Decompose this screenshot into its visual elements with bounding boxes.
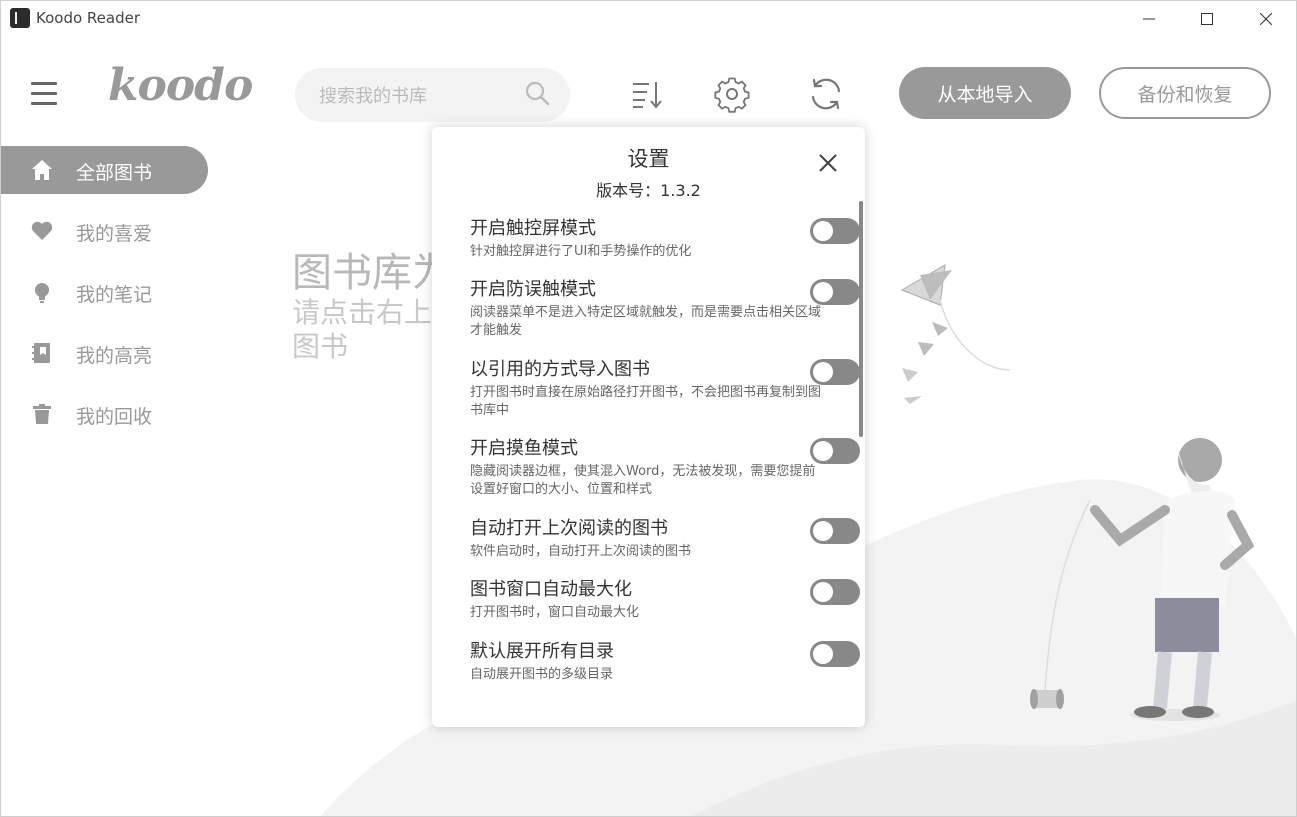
backup-restore-button[interactable]: 备份和恢复 bbox=[1099, 67, 1271, 119]
import-by-reference-toggle[interactable] bbox=[810, 359, 860, 385]
setting-title: 以引用的方式导入图书 bbox=[470, 359, 650, 380]
hamburger-menu-icon[interactable] bbox=[30, 80, 58, 106]
empty-library-subtitle: 请点击右上图书 bbox=[292, 296, 433, 363]
setting-stealth-mode: 开启摸鱼模式 隐藏阅读器边框，使其混入Word，无法被发现，需要您提前设置好窗口… bbox=[470, 438, 860, 499]
close-window-button[interactable] bbox=[1243, 4, 1289, 34]
minimize-icon bbox=[1143, 18, 1155, 20]
setting-title: 图书窗口自动最大化 bbox=[470, 579, 632, 600]
setting-prevent-mistouch: 开启防误触模式 阅读器菜单不是进入特定区域就触发，而是需要点击相关区域才能触发 bbox=[470, 279, 860, 340]
sidebar-item-label: 我的回收 bbox=[76, 406, 153, 428]
setting-description: 打开图书时，窗口自动最大化 bbox=[470, 605, 640, 620]
sidebar-item-trash[interactable]: 我的回收 bbox=[0, 390, 210, 438]
search-input[interactable] bbox=[317, 82, 521, 110]
settings-gear-icon[interactable] bbox=[712, 74, 752, 114]
home-icon bbox=[32, 160, 52, 180]
window-title: Koodo Reader bbox=[36, 9, 140, 27]
sort-icon[interactable] bbox=[627, 74, 667, 114]
search-icon[interactable] bbox=[524, 80, 552, 108]
app-logo-icon bbox=[10, 8, 30, 28]
setting-auto-maximize: 图书窗口自动最大化 打开图书时，窗口自动最大化 bbox=[470, 579, 860, 622]
close-dialog-icon[interactable] bbox=[816, 151, 840, 175]
heart-icon bbox=[31, 221, 53, 240]
trash-icon bbox=[33, 404, 51, 424]
bulb-icon bbox=[35, 283, 49, 303]
dialog-title: 设置 bbox=[627, 147, 670, 171]
open-last-book-toggle[interactable] bbox=[810, 518, 860, 544]
sidebar: 全部图书 我的喜爱 我的笔记 我的高亮 我的回收 bbox=[0, 146, 210, 451]
setting-description: 针对触控屏进行了UI和手势操作的优化 bbox=[470, 244, 692, 259]
minimize-button[interactable] bbox=[1126, 4, 1172, 34]
setting-title: 开启摸鱼模式 bbox=[470, 438, 578, 459]
sidebar-item-notes[interactable]: 我的笔记 bbox=[0, 268, 210, 316]
dialog-scrollbar[interactable] bbox=[859, 201, 863, 437]
setting-title: 默认展开所有目录 bbox=[470, 641, 614, 662]
empty-library-title: 图书库为 bbox=[292, 250, 452, 296]
setting-description: 自动展开图书的多级目录 bbox=[470, 667, 614, 682]
setting-open-last-book: 自动打开上次阅读的图书 软件启动时，自动打开上次阅读的图书 bbox=[470, 518, 860, 561]
koodo-logo: koodo bbox=[108, 60, 253, 111]
setting-title: 开启触控屏模式 bbox=[470, 218, 596, 239]
sidebar-item-label: 全部图书 bbox=[76, 162, 153, 184]
setting-expand-toc: 默认展开所有目录 自动展开图书的多级目录 bbox=[470, 641, 860, 684]
maximize-icon bbox=[1201, 13, 1213, 25]
touch-screen-toggle[interactable] bbox=[810, 218, 860, 244]
sync-icon[interactable] bbox=[806, 74, 846, 114]
sidebar-item-label: 我的喜爱 bbox=[76, 223, 153, 245]
notebook-icon bbox=[32, 343, 50, 363]
setting-title: 开启防误触模式 bbox=[470, 279, 596, 300]
setting-import-by-reference: 以引用的方式导入图书 打开图书时直接在原始路径打开图书，不会把图书再复制到图书库… bbox=[470, 359, 860, 420]
setting-description: 隐藏阅读器边框，使其混入Word，无法被发现，需要您提前设置好窗口的大小、位置和… bbox=[470, 464, 816, 497]
sidebar-item-favorites[interactable]: 我的喜爱 bbox=[0, 207, 210, 255]
prevent-mistouch-toggle[interactable] bbox=[810, 279, 860, 305]
sidebar-item-label: 我的高亮 bbox=[76, 345, 153, 367]
auto-maximize-toggle[interactable] bbox=[810, 579, 860, 605]
import-local-button[interactable]: 从本地导入 bbox=[899, 67, 1071, 119]
title-bar: Koodo Reader bbox=[0, 0, 1297, 38]
setting-touch-screen: 开启触控屏模式 针对触控屏进行了UI和手势操作的优化 bbox=[470, 218, 860, 261]
setting-description: 打开图书时直接在原始路径打开图书，不会把图书再复制到图书库中 bbox=[470, 385, 822, 418]
setting-description: 软件启动时，自动打开上次阅读的图书 bbox=[470, 544, 692, 559]
sidebar-item-label: 我的笔记 bbox=[76, 284, 153, 306]
sidebar-item-highlights[interactable]: 我的高亮 bbox=[0, 329, 210, 377]
search-box bbox=[295, 68, 570, 122]
expand-toc-toggle[interactable] bbox=[810, 641, 860, 667]
version-label: 版本号：1.3.2 bbox=[596, 181, 701, 200]
settings-dialog: 设置 版本号：1.3.2 开启触控屏模式 针对触控屏进行了UI和手势操作的优化 … bbox=[432, 127, 865, 727]
maximize-button[interactable] bbox=[1184, 4, 1230, 34]
sidebar-item-all-books[interactable]: 全部图书 bbox=[0, 146, 208, 194]
close-icon bbox=[1260, 13, 1272, 25]
setting-description: 阅读器菜单不是进入特定区域就触发，而是需要点击相关区域才能触发 bbox=[470, 305, 822, 338]
setting-title: 自动打开上次阅读的图书 bbox=[470, 518, 668, 539]
stealth-mode-toggle[interactable] bbox=[810, 438, 860, 464]
